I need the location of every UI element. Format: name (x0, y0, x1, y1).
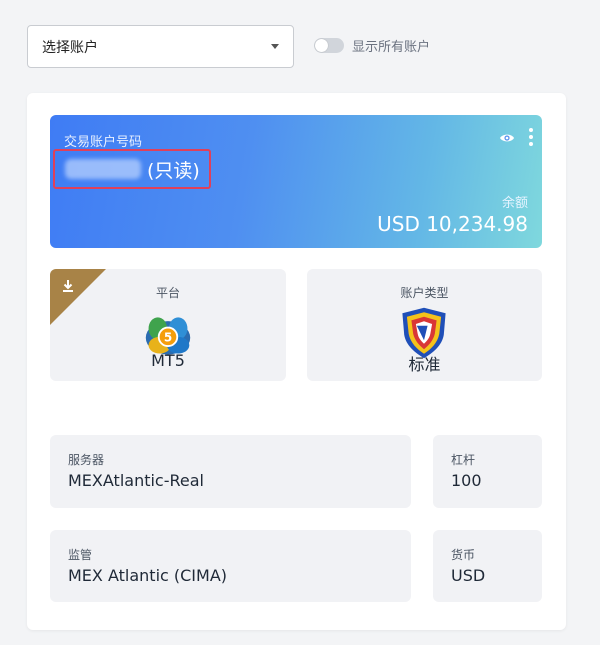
currency-label: 货币 (451, 548, 476, 562)
masked-account-number (65, 159, 141, 179)
platform-tile: 平台 5 MT5 (50, 269, 286, 381)
balance-label: 余额 (501, 196, 528, 211)
server-label: 服务器 (68, 453, 105, 467)
account-number-title: 交易账户号码 (64, 135, 143, 150)
account-select-label: 选择账户 (42, 39, 98, 56)
regulation-value: MEX Atlantic (CIMA) (68, 566, 228, 585)
leverage-value: 100 (451, 471, 482, 490)
currency-tile: 货币 USD (433, 530, 542, 602)
svg-text:5: 5 (164, 330, 172, 344)
account-select[interactable]: 选择账户 (27, 25, 294, 68)
regulation-label: 监管 (68, 548, 93, 562)
leverage-tile: 杠杆 100 (433, 435, 542, 508)
balance-value: USD 10,234.98 (377, 212, 528, 236)
account-number-highlight: (只读) (53, 149, 211, 189)
show-all-label: 显示所有账户 (352, 40, 431, 55)
eye-icon[interactable] (499, 130, 515, 146)
more-vertical-icon[interactable] (528, 127, 534, 147)
server-value: MEXAtlantic-Real (68, 471, 204, 490)
chevron-down-icon (271, 44, 279, 49)
toggle-knob (315, 39, 328, 52)
regulation-tile: 监管 MEX Atlantic (CIMA) (50, 530, 411, 602)
readonly-tag: (只读) (147, 159, 200, 182)
currency-value: USD (451, 566, 486, 585)
server-tile: 服务器 MEXAtlantic-Real (50, 435, 411, 508)
account-type-value: 标准 (408, 355, 441, 374)
account-panel: 交易账户号码 (只读) 余额 USD 10,234.98 平台 5 MT5 账户… (27, 93, 566, 630)
account-card: 交易账户号码 (只读) 余额 USD 10,234.98 (50, 115, 542, 248)
platform-caption: 平台 (155, 286, 180, 300)
account-type-tile: 账户类型 标准 (307, 269, 542, 381)
leverage-label: 杠杆 (451, 453, 476, 467)
account-type-caption: 账户类型 (400, 286, 449, 300)
show-all-accounts: 显示所有账户 (314, 36, 430, 55)
show-all-toggle[interactable] (314, 38, 344, 53)
platform-value: MT5 (151, 351, 185, 370)
